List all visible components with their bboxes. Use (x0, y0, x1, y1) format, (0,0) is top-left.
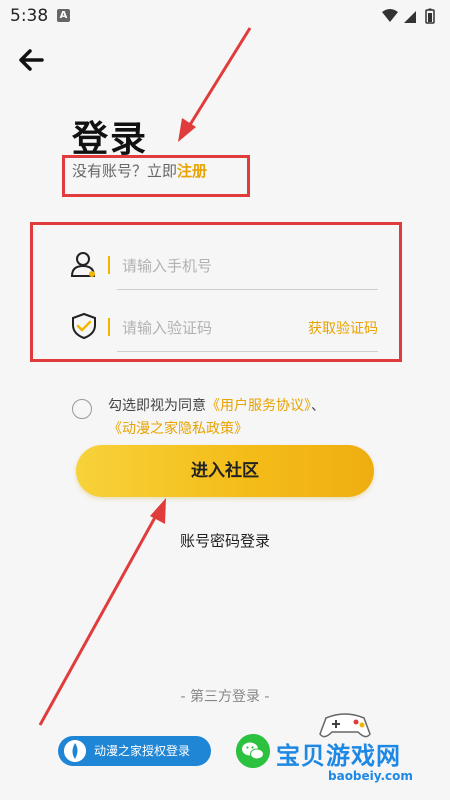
agreement-separator: 、 (311, 398, 325, 414)
privacy-policy-link[interactable]: 《动漫之家隐私政策》 (108, 421, 248, 437)
agreement-text: 勾选即视为同意《用户服务协议》、《动漫之家隐私政策》 (108, 395, 398, 441)
system-status-icons (382, 8, 435, 24)
enter-community-button[interactable]: 进入社区 (76, 445, 374, 497)
annotation-box-form (30, 222, 402, 362)
dmzj-logo-icon (64, 740, 86, 762)
back-arrow-icon[interactable] (16, 46, 46, 74)
user-service-agreement-link[interactable]: 《用户服务协议》 (206, 398, 311, 414)
auth-button-label: 动漫之家授权登录 (94, 744, 191, 758)
password-login-link[interactable]: 账号密码登录 (0, 530, 450, 551)
watermark-url: baobeiy.com (328, 769, 413, 783)
signal-icon (404, 11, 416, 23)
annotation-box-register (62, 155, 250, 197)
annotation-arrow-top (186, 27, 252, 129)
watermark-text: 宝贝游戏网 (276, 742, 401, 770)
status-time: 5:38 (10, 6, 49, 26)
third-party-login-label: - 第三方登录 - (180, 689, 270, 705)
agreement-prefix: 勾选即视为同意 (108, 398, 206, 414)
wifi-icon (382, 9, 398, 22)
wechat-login-icon[interactable] (236, 734, 270, 768)
agreement-radio[interactable] (72, 399, 92, 419)
site-watermark: 宝贝游戏网 baobeiy.com (268, 706, 450, 800)
dmzj-auth-login-button[interactable]: 动漫之家授权登录 (58, 736, 211, 766)
notification-a-icon: A (57, 9, 70, 22)
status-bar: 5:38 A (0, 0, 450, 32)
